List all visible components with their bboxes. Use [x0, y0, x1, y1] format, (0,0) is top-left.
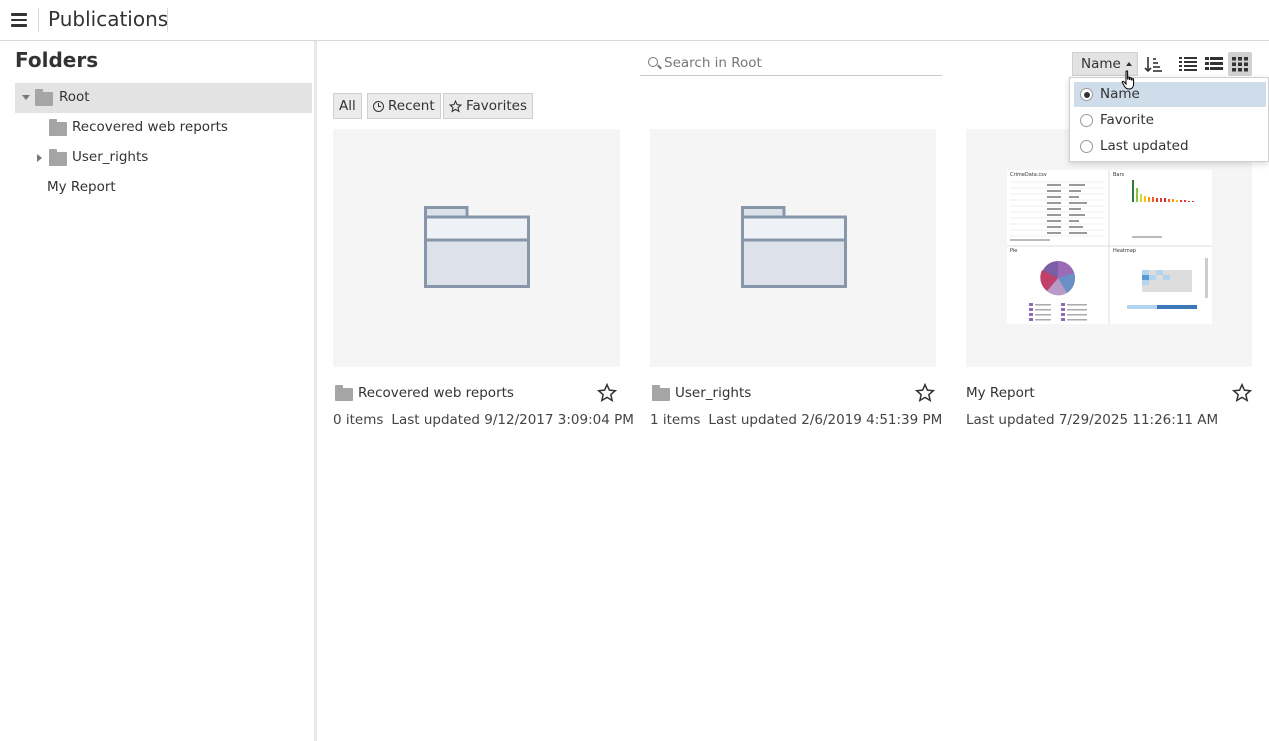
- sort-option-label: Name: [1100, 86, 1140, 102]
- card-title-row: User_rights: [650, 383, 937, 405]
- sort-option-label: Last updated: [1100, 138, 1189, 154]
- folder-icon: [335, 385, 353, 401]
- filter-all-button[interactable]: All: [333, 93, 362, 119]
- filter-favorites-label: Favorites: [466, 98, 527, 114]
- tree-item-my-report[interactable]: My Report: [15, 173, 312, 203]
- favorite-star-icon[interactable]: [597, 383, 617, 403]
- last-updated: Last updated 9/12/2017 3:09:04 PM: [391, 412, 634, 428]
- filter-recent-button[interactable]: Recent: [367, 93, 441, 119]
- tree-item-label: Root: [59, 89, 90, 105]
- radio-icon[interactable]: [1080, 140, 1093, 153]
- sort-option-label: Favorite: [1100, 112, 1154, 128]
- sort-by-label: Name: [1081, 56, 1121, 72]
- card-thumbnail[interactable]: [650, 129, 936, 367]
- item-count: 0 items: [333, 412, 384, 428]
- card-meta: Last updated 7/29/2025 11:26:11 AM: [966, 412, 1218, 428]
- last-updated: Last updated 7/29/2025 11:26:11 AM: [966, 412, 1219, 428]
- divider: [38, 8, 39, 32]
- card-thumbnail[interactable]: CrimeData.csv Bars Pie Heatmap: [966, 129, 1252, 367]
- filter-recent-label: Recent: [388, 98, 435, 114]
- card-title-row: Recovered web reports: [333, 383, 620, 405]
- detail-view-button[interactable]: [1202, 52, 1226, 76]
- collapse-arrow-icon[interactable]: [37, 154, 42, 162]
- radio-icon[interactable]: [1080, 114, 1093, 127]
- folder-icon: [35, 89, 53, 106]
- thumb-panel1-title: CrimeData.csv: [1010, 172, 1047, 178]
- search-icon: [648, 57, 658, 67]
- thumb-panel3-title: Pie: [1010, 248, 1017, 254]
- sidebar-title: Folders: [15, 48, 99, 72]
- large-folder-icon: [424, 206, 530, 288]
- sort-option-favorite[interactable]: Favorite: [1074, 108, 1266, 133]
- folder-icon: [49, 119, 67, 136]
- folder-icon: [652, 385, 670, 401]
- sort-option-name[interactable]: Name: [1074, 82, 1266, 107]
- item-count: 1 items: [650, 412, 701, 428]
- tree-item-label: Recovered web reports: [72, 119, 228, 135]
- folder-icon: [49, 149, 67, 166]
- sort-option-last-updated[interactable]: Last updated: [1074, 134, 1266, 159]
- filter-all-label: All: [339, 98, 356, 114]
- tree-item-root[interactable]: Root: [15, 83, 312, 113]
- card-title[interactable]: User_rights: [675, 385, 751, 401]
- app-title: Publications: [48, 7, 169, 31]
- card-title[interactable]: My Report: [966, 385, 1035, 401]
- card-thumbnail[interactable]: [333, 129, 620, 367]
- divider: [167, 8, 168, 32]
- card-title-row: My Report: [966, 383, 1253, 405]
- caret-up-icon: [1126, 62, 1132, 66]
- report-preview-thumbnail: CrimeData.csv Bars Pie Heatmap: [1007, 170, 1212, 324]
- list-view-button[interactable]: [1176, 52, 1200, 76]
- tree-item-user-rights[interactable]: User_rights: [15, 143, 312, 173]
- expand-arrow-icon[interactable]: [22, 95, 30, 100]
- clock-icon: [373, 100, 384, 112]
- sort-direction-button[interactable]: [1142, 52, 1166, 76]
- search-input[interactable]: [664, 53, 934, 73]
- large-folder-icon: [741, 206, 847, 288]
- filter-favorites-button[interactable]: Favorites: [443, 93, 533, 119]
- favorite-star-icon[interactable]: [1232, 383, 1252, 403]
- folders-sidebar: Folders Root Recovered web reports User_…: [0, 41, 317, 741]
- tree-item-label: User_rights: [72, 149, 149, 165]
- search-box: [640, 51, 942, 76]
- last-updated: Last updated 2/6/2019 4:51:39 PM: [708, 412, 943, 428]
- radio-selected-icon[interactable]: [1080, 88, 1093, 101]
- sort-ascending-icon: [1144, 57, 1162, 73]
- favorite-star-icon[interactable]: [915, 383, 935, 403]
- tree-item-label: My Report: [47, 179, 116, 195]
- card-meta: 0 items Last updated 9/12/2017 3:09:04 PM: [333, 412, 634, 428]
- detail-view-icon: [1205, 57, 1223, 70]
- tree-item-recovered-web-reports[interactable]: Recovered web reports: [15, 113, 312, 143]
- thumb-panel4-title: Heatmap: [1113, 248, 1136, 254]
- card-title[interactable]: Recovered web reports: [358, 385, 514, 401]
- grid-view-icon: [1232, 57, 1248, 72]
- sort-by-button[interactable]: Name: [1072, 52, 1138, 76]
- grid-view-button[interactable]: [1228, 52, 1252, 76]
- card-meta: 1 items Last updated 2/6/2019 4:51:39 PM: [650, 412, 942, 428]
- sort-dropdown-menu: Name Favorite Last updated: [1069, 77, 1269, 162]
- hamburger-menu-icon[interactable]: [11, 13, 27, 27]
- thumb-panel2-title: Bars: [1113, 172, 1125, 178]
- list-view-icon: [1179, 57, 1197, 71]
- star-outline-icon: [449, 99, 462, 112]
- top-bar: Publications: [0, 0, 1269, 41]
